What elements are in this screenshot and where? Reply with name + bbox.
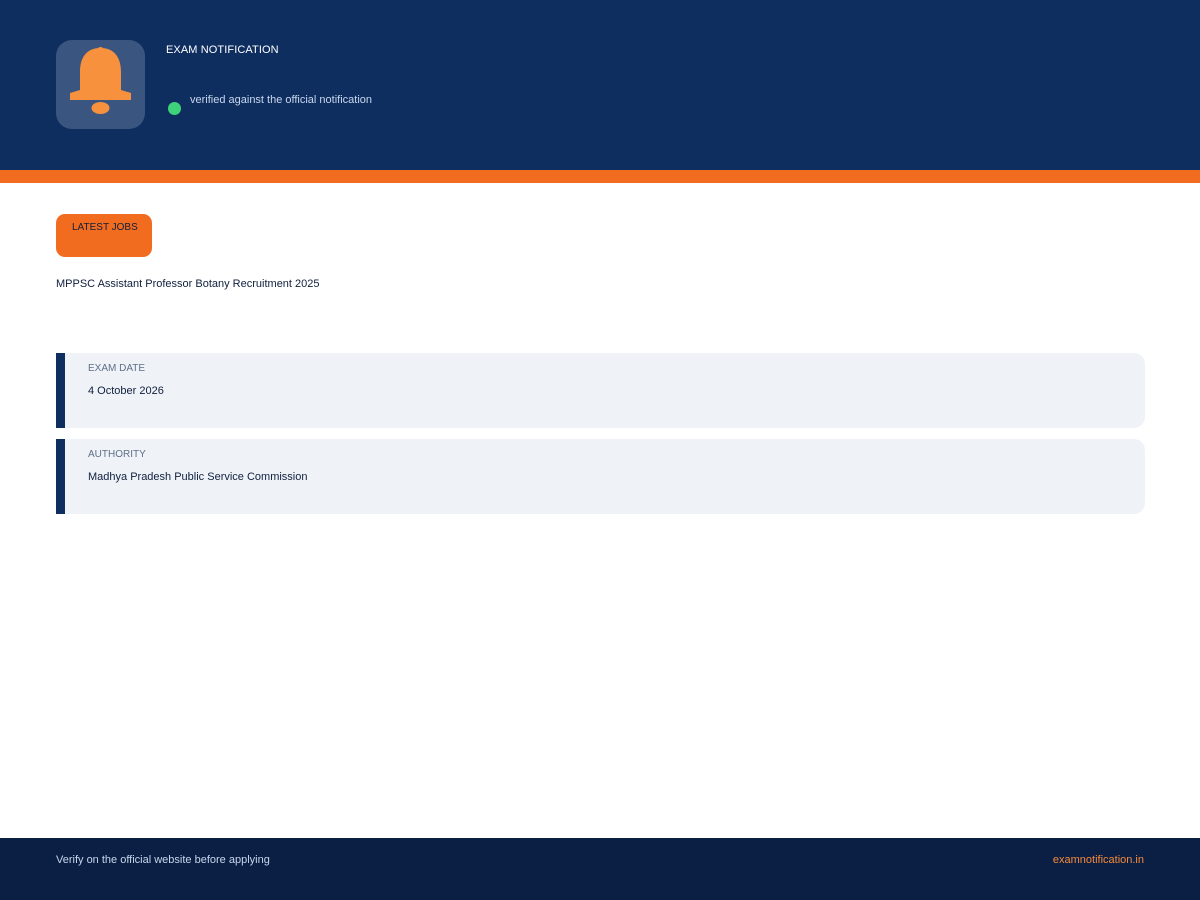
page: EXAM NOTIFICATION verified against the o… [0, 0, 1200, 900]
app-logo [56, 40, 145, 129]
card-accent-edge [56, 353, 65, 428]
site-title: EXAM NOTIFICATION [166, 44, 279, 56]
exam-date-value: 4 October 2026 [88, 385, 164, 397]
category-badge-label: LATEST JOBS [72, 222, 138, 233]
authority-label: AUTHORITY [88, 449, 146, 460]
footer: Verify on the official website before ap… [0, 838, 1200, 900]
verified-status-icon [168, 102, 181, 115]
category-badge[interactable]: LATEST JOBS [56, 214, 152, 257]
header-banner: EXAM NOTIFICATION verified against the o… [0, 0, 1200, 170]
job-title: MPPSC Assistant Professor Botany Recruit… [56, 278, 320, 290]
footer-disclaimer: Verify on the official website before ap… [56, 854, 270, 866]
exam-date-card: EXAM DATE 4 October 2026 [56, 353, 1145, 428]
accent-divider [0, 170, 1200, 183]
bell-icon [70, 47, 131, 114]
footer-site-link[interactable]: examnotification.in [1053, 854, 1144, 866]
card-accent-edge [56, 439, 65, 514]
authority-value: Madhya Pradesh Public Service Commission [88, 471, 308, 483]
verified-status-text: verified against the official notificati… [190, 94, 373, 106]
authority-card: AUTHORITY Madhya Pradesh Public Service … [56, 439, 1145, 514]
exam-date-label: EXAM DATE [88, 363, 146, 374]
